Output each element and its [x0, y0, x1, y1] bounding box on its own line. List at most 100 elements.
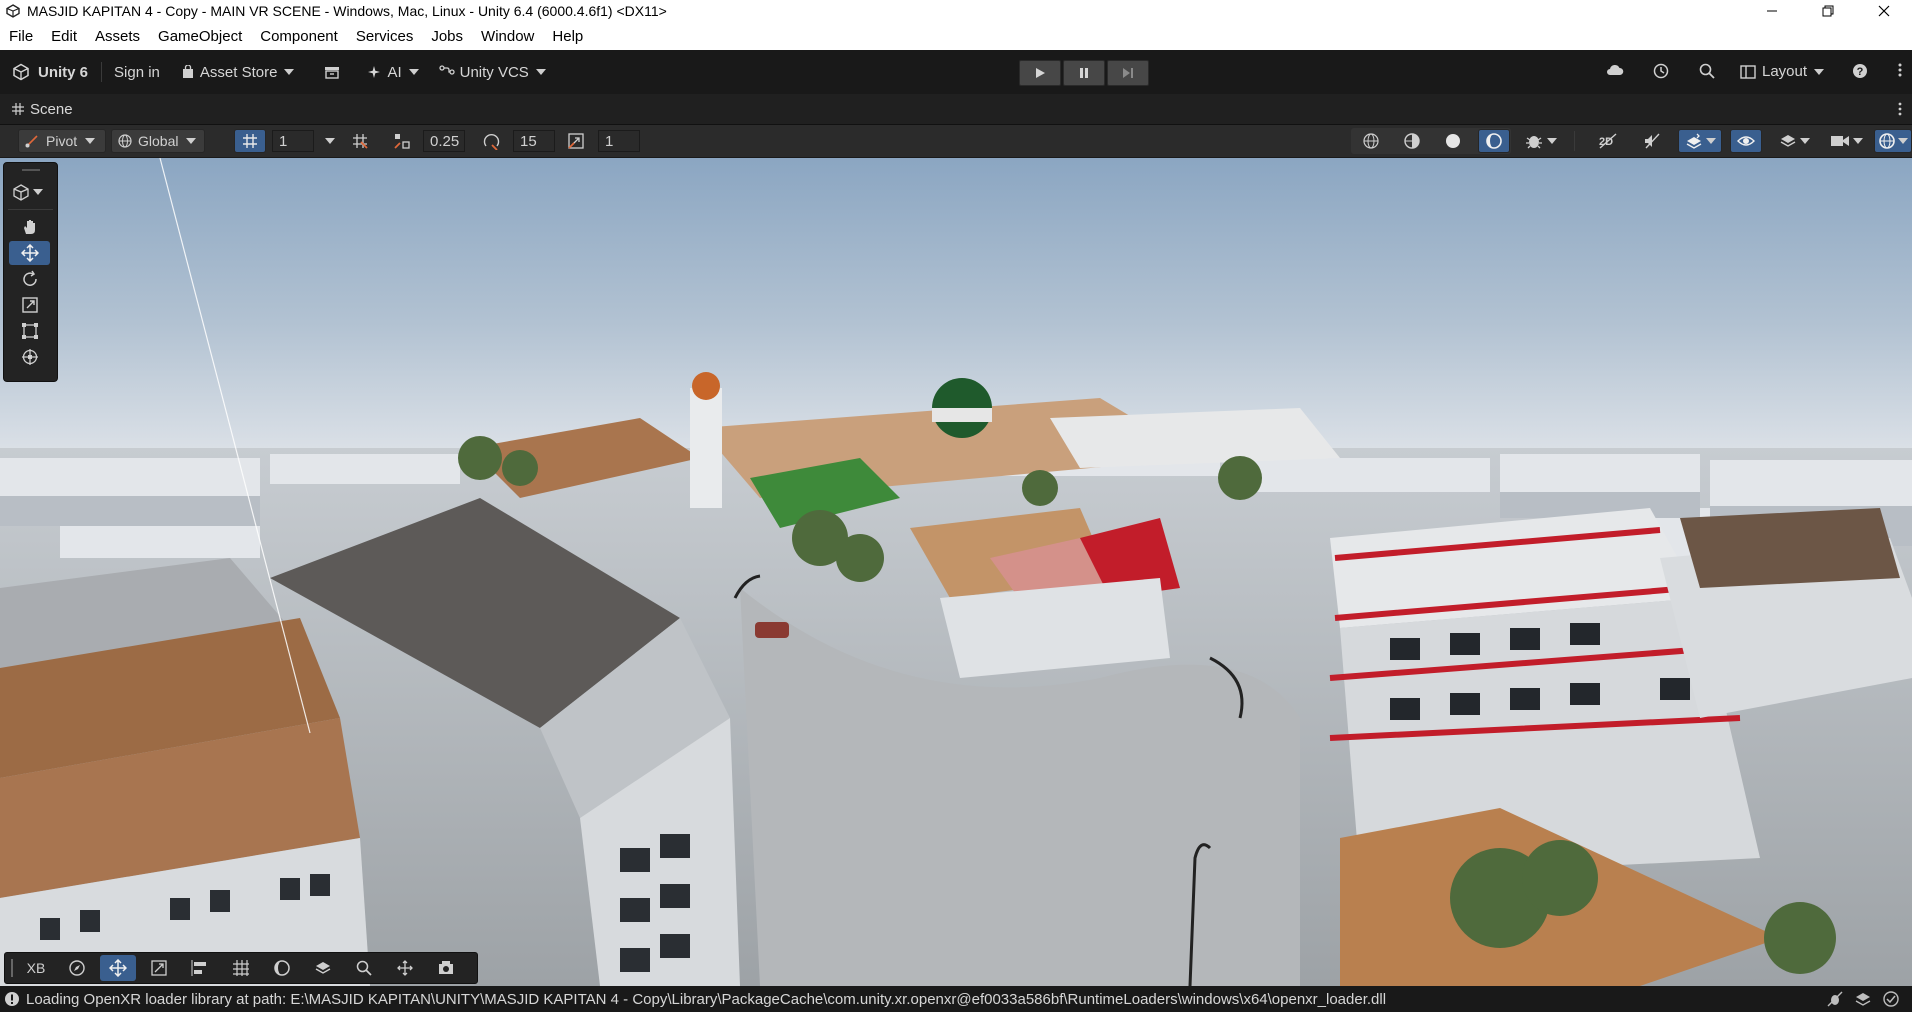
status-message[interactable]: Loading OpenXR loader library at path: E…	[26, 991, 1386, 1008]
unity-vcs-label: Unity VCS	[459, 63, 529, 81]
audio-toggle[interactable]	[1636, 129, 1668, 153]
menu-assets[interactable]: Assets	[86, 28, 149, 45]
move-gizmo-button[interactable]	[100, 955, 136, 981]
move-tool[interactable]	[9, 241, 50, 265]
cloud-button[interactable]	[1606, 63, 1624, 77]
search-button[interactable]	[1698, 62, 1716, 80]
global-dropdown[interactable]: Global	[111, 129, 205, 153]
view-options-dropdown[interactable]	[12, 183, 43, 201]
grid-size-dropdown-icon[interactable]	[325, 138, 335, 144]
menu-file[interactable]: File	[0, 28, 42, 45]
scene-viewport[interactable]	[0, 158, 1912, 986]
unity-logo-icon	[6, 4, 20, 18]
xb-button[interactable]: XB	[18, 955, 54, 981]
hand-tool[interactable]	[9, 215, 50, 239]
chevron-down-icon	[33, 189, 43, 195]
mosque-courtyard-roof	[1050, 408, 1340, 468]
scale-gizmo-button[interactable]	[141, 955, 177, 981]
progress-layers-icon[interactable]	[1854, 991, 1872, 1007]
wireframe-toggle[interactable]	[1355, 129, 1387, 153]
sign-in-button[interactable]: Sign in	[114, 64, 160, 81]
tab-scene[interactable]: Scene	[12, 101, 73, 118]
package-manager-button[interactable]	[324, 65, 340, 79]
menu-services[interactable]: Services	[347, 28, 423, 45]
increment-snap-value: 0.25	[430, 132, 460, 150]
minaret-dome	[692, 372, 720, 400]
restore-button[interactable]	[1800, 0, 1856, 22]
shaded-wireframe-toggle[interactable]	[1396, 129, 1428, 153]
menu-jobs[interactable]: Jobs	[422, 28, 472, 45]
unity-account-button[interactable]: Unity 6	[12, 63, 88, 81]
step-button[interactable]	[1107, 60, 1149, 86]
drag-handle[interactable]	[22, 169, 40, 171]
layers-dropdown[interactable]	[1772, 129, 1816, 153]
scale-snap-field[interactable]: 1	[598, 130, 640, 152]
increment-snap-button[interactable]	[384, 129, 420, 153]
help-button[interactable]: ?	[1852, 63, 1868, 79]
unity-vcs-dropdown[interactable]: Unity VCS	[438, 63, 546, 81]
asset-store-label: Asset Store	[199, 63, 278, 81]
eye-icon	[1737, 136, 1755, 146]
effects-dropdown[interactable]	[1678, 129, 1722, 153]
check-circle-icon[interactable]	[1882, 991, 1900, 1007]
chevron-down-icon	[1852, 138, 1863, 144]
scene-tab-label: Scene	[30, 100, 73, 118]
chevron-down-icon	[1898, 138, 1908, 144]
grid-toggle-button[interactable]	[234, 129, 266, 153]
grid-size-field[interactable]: 1	[272, 130, 314, 152]
lighting-overlay-button[interactable]	[264, 955, 300, 981]
chevron-down-icon	[1705, 138, 1716, 144]
2d-mode-icon: 2D	[1599, 133, 1617, 149]
chevron-down-icon	[85, 138, 96, 144]
navigate-button[interactable]	[59, 955, 95, 981]
menu-component[interactable]: Component	[251, 28, 347, 45]
rotation-snap-field[interactable]: 15	[513, 130, 555, 152]
tab-menu-button[interactable]	[1898, 102, 1902, 119]
gizmos-dropdown[interactable]	[1874, 129, 1912, 153]
rotate-tool[interactable]	[9, 267, 50, 291]
pivot-dropdown[interactable]: Pivot	[18, 129, 106, 153]
increment-snap-field[interactable]: 0.25	[423, 130, 465, 152]
rect-tool[interactable]	[9, 319, 50, 343]
camera-overlay-button[interactable]	[428, 955, 464, 981]
window-titlebar: MASJID KAPITAN 4 - Copy - MAIN VR SCENE …	[0, 0, 1912, 22]
history-button[interactable]	[1652, 62, 1670, 80]
main-toolbar: Unity 6 Sign in Asset Store AI Unity VCS…	[0, 50, 1912, 94]
lighting-toggle[interactable]	[1478, 129, 1510, 153]
move-arrows-icon	[20, 244, 39, 262]
align-button[interactable]	[182, 955, 218, 981]
camera-icon	[439, 961, 453, 974]
search-icon	[1699, 63, 1715, 79]
transform-tool[interactable]	[9, 345, 50, 369]
2d-toggle[interactable]: 2D	[1592, 129, 1624, 153]
grid-overlay-button[interactable]	[223, 955, 259, 981]
more-options-button[interactable]	[1898, 62, 1902, 78]
layers-overlay-button[interactable]	[305, 955, 341, 981]
scale-tool[interactable]	[9, 293, 50, 317]
close-button[interactable]	[1856, 0, 1912, 22]
scene-visibility-toggle[interactable]	[1730, 129, 1762, 153]
window-title: MASJID KAPITAN 4 - Copy - MAIN VR SCENE …	[27, 3, 667, 19]
pause-button[interactable]	[1063, 60, 1105, 86]
grid-icon	[243, 134, 257, 148]
rotation-snap-button[interactable]	[474, 129, 510, 153]
ai-dropdown[interactable]: AI	[368, 63, 419, 81]
zoom-button[interactable]	[346, 955, 382, 981]
menu-gameobject[interactable]: GameObject	[149, 28, 251, 45]
minimize-button[interactable]	[1744, 0, 1800, 22]
menu-window[interactable]: Window	[472, 28, 543, 45]
play-button[interactable]	[1019, 60, 1061, 86]
drag-handle[interactable]	[11, 959, 13, 977]
menu-help[interactable]: Help	[543, 28, 592, 45]
grid-snap-button[interactable]	[344, 129, 376, 153]
camera-dropdown[interactable]	[1824, 129, 1868, 153]
pan-button[interactable]	[387, 955, 423, 981]
ai-label: AI	[387, 63, 402, 81]
shaded-toggle[interactable]	[1437, 129, 1469, 153]
scale-snap-button[interactable]	[560, 129, 592, 153]
asset-store-dropdown[interactable]: Asset Store	[182, 64, 295, 81]
layout-dropdown[interactable]: Layout	[1740, 63, 1825, 80]
debug-draw-dropdown[interactable]	[1519, 129, 1563, 153]
debug-off-icon[interactable]	[1826, 991, 1844, 1007]
menu-edit[interactable]: Edit	[42, 28, 86, 45]
